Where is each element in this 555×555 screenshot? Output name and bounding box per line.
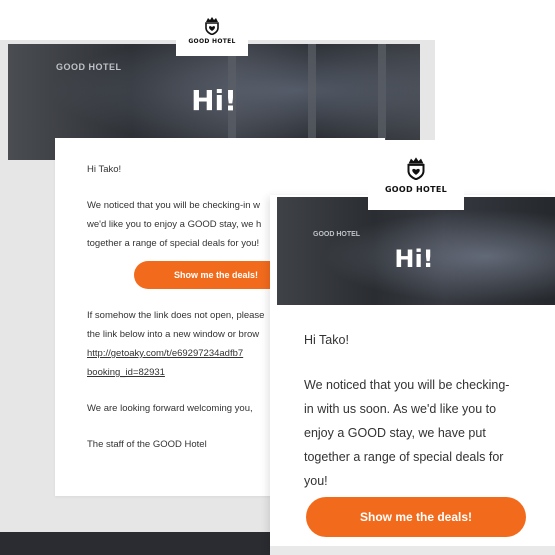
wall-sign-text: GOOD HOTEL bbox=[56, 62, 122, 72]
intro-line-2: we'd like you to enjoy a GOOD stay, we h bbox=[87, 219, 262, 230]
mobile-intro-line-2: in with us soon. As we'd like you to bbox=[304, 402, 497, 416]
intro-line-3: together a range of special deals for yo… bbox=[87, 238, 260, 249]
mobile-hotel-lobby-photo: GOOD HOTEL Hi! bbox=[277, 197, 555, 305]
mobile-salutation: Hi Tako! bbox=[304, 333, 349, 347]
mobile-hero-greeting: Hi! bbox=[394, 245, 434, 273]
booking-link-line-2[interactable]: booking_id=82931 bbox=[87, 363, 165, 382]
shield-heart-icon bbox=[205, 16, 219, 35]
booking-link-line-1[interactable]: http://getoaky.com/t/e69297234adfb7 bbox=[87, 344, 243, 363]
mobile-email-body: Hi Tako! We noticed that you will be che… bbox=[284, 306, 548, 555]
mobile-intro-line-5: you! bbox=[304, 474, 328, 488]
mobile-intro-line-1: We noticed that you will be checking- bbox=[304, 378, 510, 392]
fallback-line-2: the link below into a new window or brow bbox=[87, 329, 260, 340]
salutation: Hi Tako! bbox=[87, 164, 122, 175]
fallback-line-1: If somehow the link does not open, pleas… bbox=[87, 310, 265, 321]
desktop-email-footer bbox=[0, 532, 300, 555]
mobile-brand-logo: GOOD HOTEL bbox=[368, 140, 464, 210]
signature-line: The staff of the GOOD Hotel bbox=[87, 439, 207, 450]
brand-logo: GOOD HOTEL bbox=[176, 4, 248, 56]
mobile-shield-heart-icon bbox=[407, 157, 425, 180]
mobile-wall-sign-text: GOOD HOTEL bbox=[313, 231, 361, 238]
hero-greeting: Hi! bbox=[191, 84, 237, 117]
intro-line-1: We noticed that you will be checking-in … bbox=[87, 200, 261, 211]
mobile-brand-name: GOOD HOTEL bbox=[384, 185, 448, 194]
mobile-show-deals-button[interactable]: Show me the deals! bbox=[306, 497, 526, 537]
closing-line: We are looking forward welcoming you, bbox=[87, 403, 253, 414]
mobile-intro-line-3: enjoy a GOOD stay, we have put bbox=[304, 426, 486, 440]
mobile-intro-line-4: together a range of special deals for bbox=[304, 450, 504, 464]
mobile-email-footer bbox=[270, 546, 555, 555]
brand-name: GOOD HOTEL bbox=[188, 37, 236, 45]
